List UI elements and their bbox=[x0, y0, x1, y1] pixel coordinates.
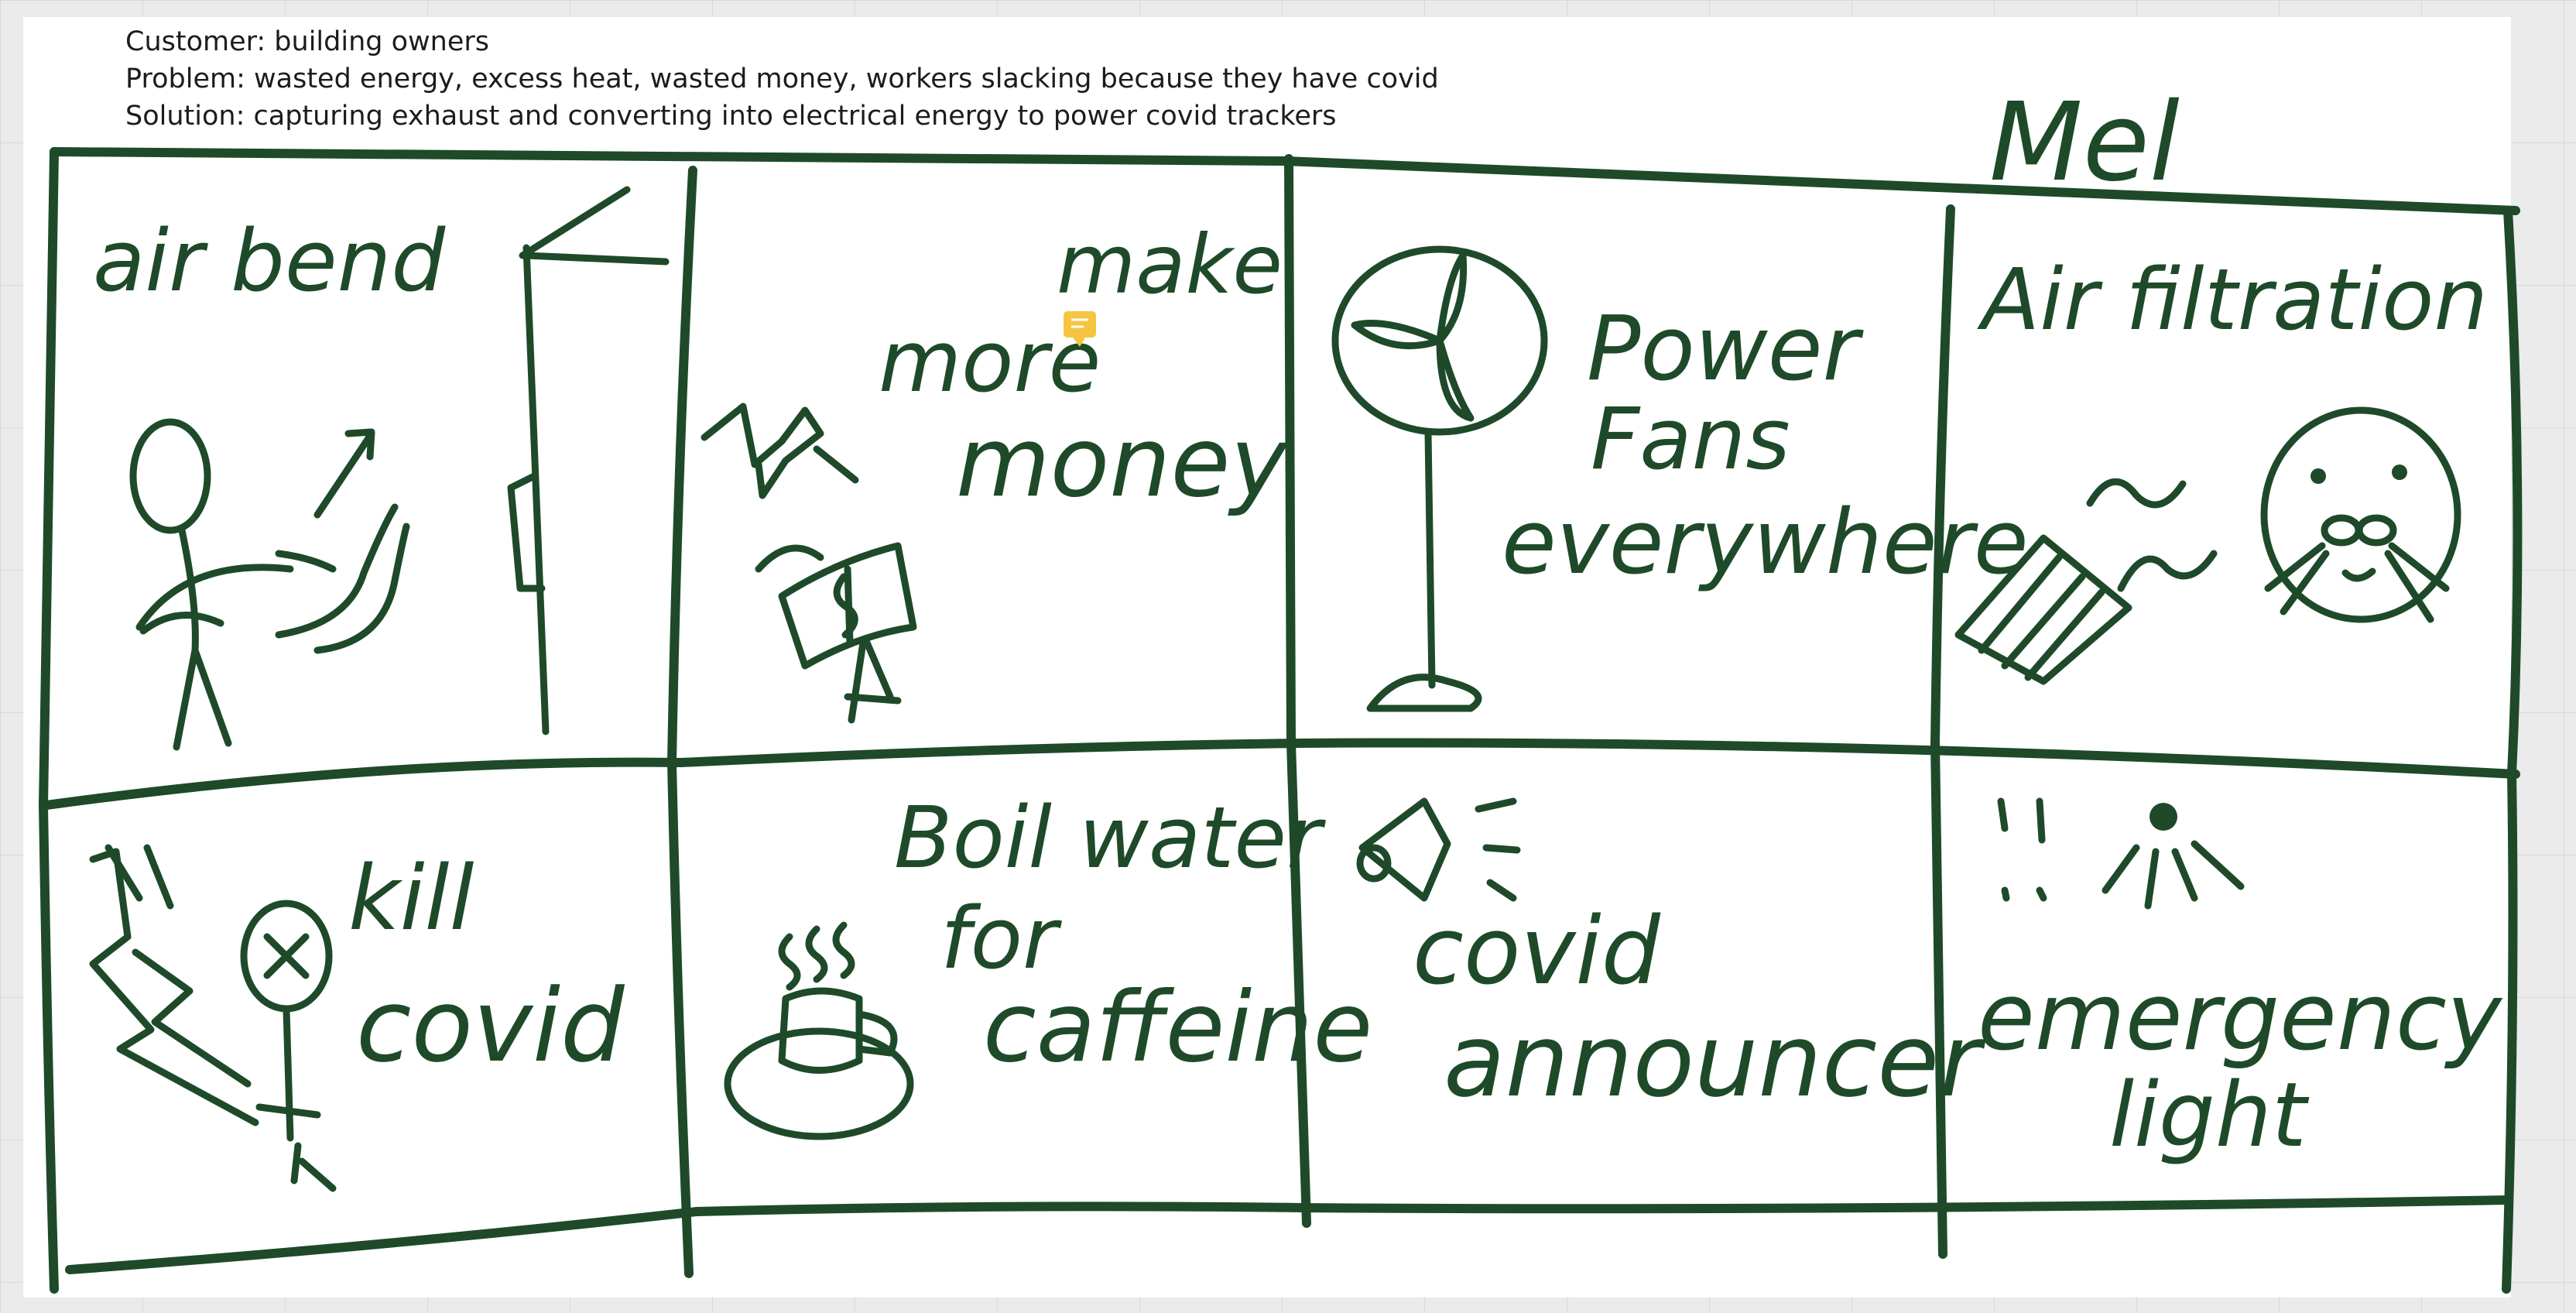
virus-figure-icon bbox=[240, 900, 337, 1192]
panel-air-bend-label: air bend bbox=[93, 211, 446, 310]
stick-figure-icon bbox=[129, 418, 337, 751]
panel-boil-water: Boil water for caffeine bbox=[724, 788, 1372, 1140]
coffee-cup-icon bbox=[724, 921, 914, 1140]
hand-holding-money-icon bbox=[701, 403, 859, 499]
panel-kill-covid-line-2: covid bbox=[356, 967, 625, 1085]
panel-air-bend: air bend bbox=[93, 186, 670, 751]
panel-emergency-light-line-2: light bbox=[2109, 1064, 2310, 1167]
panel-air-filtration: Air filtration bbox=[1954, 250, 2488, 685]
dollar-bill-icon bbox=[755, 542, 917, 724]
walrus-icon bbox=[2260, 406, 2461, 623]
panel-make-money: make more money bbox=[701, 218, 1289, 724]
panel-power-fans-line-2: Fans bbox=[1591, 389, 1790, 489]
panel-kill-covid-line-1: kill bbox=[348, 847, 474, 951]
panel-covid-announcer-line-2: announcer bbox=[1444, 1002, 1986, 1119]
storyboard-sketch[interactable]: Mel air bend make more money Power Fans … bbox=[0, 0, 2576, 1313]
panel-covid-announcer-line-1: covid bbox=[1413, 898, 1661, 1006]
fan-icon bbox=[1331, 245, 1548, 712]
author-signature: Mel bbox=[1989, 80, 2180, 206]
lightning-icon bbox=[89, 844, 259, 1126]
panel-emergency-light: emergency light bbox=[1978, 797, 2503, 1167]
flagpole-icon bbox=[507, 186, 670, 735]
air-swirl-icon bbox=[275, 428, 410, 654]
light-beam-icon bbox=[1997, 797, 2245, 910]
panel-boil-water-line-1: Boil water bbox=[894, 788, 1326, 887]
megaphone-icon bbox=[1356, 797, 1521, 902]
panel-power-fans: Power Fans everywhere bbox=[1331, 245, 2029, 712]
panel-make-money-line-3: money bbox=[956, 406, 1289, 519]
panel-air-filtration-label: Air filtration bbox=[1977, 250, 2488, 349]
panel-make-money-line-1: make bbox=[1057, 218, 1283, 312]
panel-boil-water-line-3: caffeine bbox=[983, 972, 1372, 1084]
panel-emergency-light-line-1: emergency bbox=[1978, 964, 2503, 1071]
panel-power-fans-line-3: everywhere bbox=[1502, 491, 2029, 595]
panel-power-fans-line-1: Power bbox=[1587, 297, 1865, 401]
panel-covid-announcer: covid announcer bbox=[1356, 797, 1986, 1119]
panel-kill-covid: kill covid bbox=[89, 844, 625, 1192]
